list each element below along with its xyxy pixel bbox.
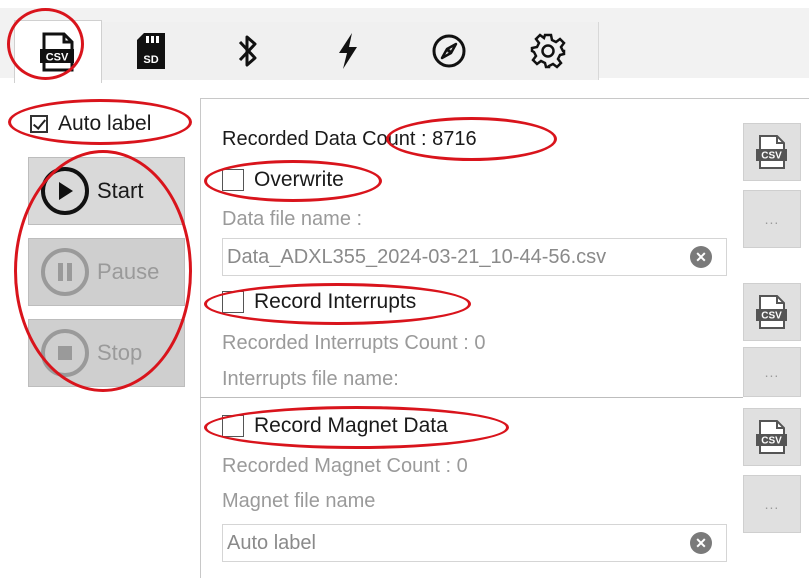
csv-file-icon: CSV xyxy=(756,420,787,454)
bluetooth-icon xyxy=(238,35,257,67)
compass-icon xyxy=(432,34,466,68)
recorded-magnet-count: Recorded Magnet Count : 0 xyxy=(222,455,468,477)
clear-icon[interactable]: ✕ xyxy=(690,246,712,268)
tab-csv[interactable]: CSV xyxy=(14,20,102,83)
magnet-file-name-label: Magnet file name xyxy=(222,490,376,512)
stop-label: Stop xyxy=(97,340,143,365)
record-interrupts-checkbox[interactable] xyxy=(222,291,244,313)
overwrite-label: Overwrite xyxy=(254,168,344,191)
data-file-name-label: Data file name : xyxy=(222,208,363,230)
svg-text:SD: SD xyxy=(143,54,158,66)
auto-label-checkbox[interactable] xyxy=(30,115,48,133)
tab-power[interactable] xyxy=(296,22,401,80)
tab-sd[interactable]: SD xyxy=(102,22,201,80)
magnet-browse-button[interactable]: ... xyxy=(743,475,801,533)
data-csv-button[interactable]: CSV xyxy=(743,123,801,181)
interrupts-browse-button[interactable]: ... xyxy=(743,347,801,397)
svg-text:CSV: CSV xyxy=(761,311,782,322)
play-icon xyxy=(41,167,89,215)
record-interrupts-row[interactable]: Record Interrupts xyxy=(222,290,416,314)
csv-file-icon: CSV xyxy=(756,295,787,329)
tab-compass[interactable] xyxy=(400,22,499,80)
clear-icon[interactable]: ✕ xyxy=(690,532,712,554)
overwrite-row[interactable]: Overwrite xyxy=(222,168,344,192)
record-magnet-row[interactable]: Record Magnet Data xyxy=(222,414,448,438)
csv-file-icon: CSV xyxy=(40,32,74,72)
recorded-data-count-value: Count : 8716 xyxy=(362,128,477,150)
recorded-data-count: Recorded Data Count : 8716 xyxy=(222,128,477,151)
gear-icon xyxy=(530,33,566,69)
recorded-data-prefix: Recorded Data xyxy=(222,128,357,150)
record-magnet-checkbox[interactable] xyxy=(222,415,244,437)
record-interrupts-label: Record Interrupts xyxy=(254,290,417,313)
svg-text:CSV: CSV xyxy=(761,436,782,447)
section-divider xyxy=(200,397,743,398)
lightning-icon xyxy=(339,33,357,69)
magnet-file-name-field[interactable]: Auto label ✕ xyxy=(222,524,727,562)
svg-text:CSV: CSV xyxy=(761,151,782,162)
magnet-csv-button[interactable]: CSV xyxy=(743,408,801,466)
data-browse-button[interactable]: ... xyxy=(743,190,801,248)
tab-settings[interactable] xyxy=(498,22,599,80)
interrupts-csv-button[interactable]: CSV xyxy=(743,283,801,341)
data-file-name-field[interactable]: Data_ADXL355_2024-03-21_10-44-56.csv ✕ xyxy=(222,238,727,276)
recorded-interrupts-count: Recorded Interrupts Count : 0 xyxy=(222,332,486,354)
auto-label-text: Auto label xyxy=(58,112,152,135)
overwrite-checkbox[interactable] xyxy=(222,169,244,191)
sd-card-icon: SD xyxy=(137,33,165,69)
magnet-file-name-value: Auto label xyxy=(227,531,316,554)
stop-icon xyxy=(41,329,89,377)
interrupts-file-name-label: Interrupts file name: xyxy=(222,368,399,390)
record-magnet-label: Record Magnet Data xyxy=(254,414,448,437)
data-file-name-value: Data_ADXL355_2024-03-21_10-44-56.csv xyxy=(227,245,607,268)
stop-button[interactable]: Stop xyxy=(28,319,185,387)
pause-label: Pause xyxy=(97,259,160,284)
start-button[interactable]: Start xyxy=(28,157,185,225)
pause-icon xyxy=(41,248,89,296)
svg-text:CSV: CSV xyxy=(46,52,69,64)
auto-label-checkbox-row[interactable]: Auto label xyxy=(30,112,151,136)
tab-strip: CSV SD xyxy=(0,8,809,83)
csv-file-icon: CSV xyxy=(756,135,787,169)
pause-button[interactable]: Pause xyxy=(28,238,185,306)
start-label: Start xyxy=(97,178,144,203)
tab-bluetooth[interactable] xyxy=(200,22,297,80)
